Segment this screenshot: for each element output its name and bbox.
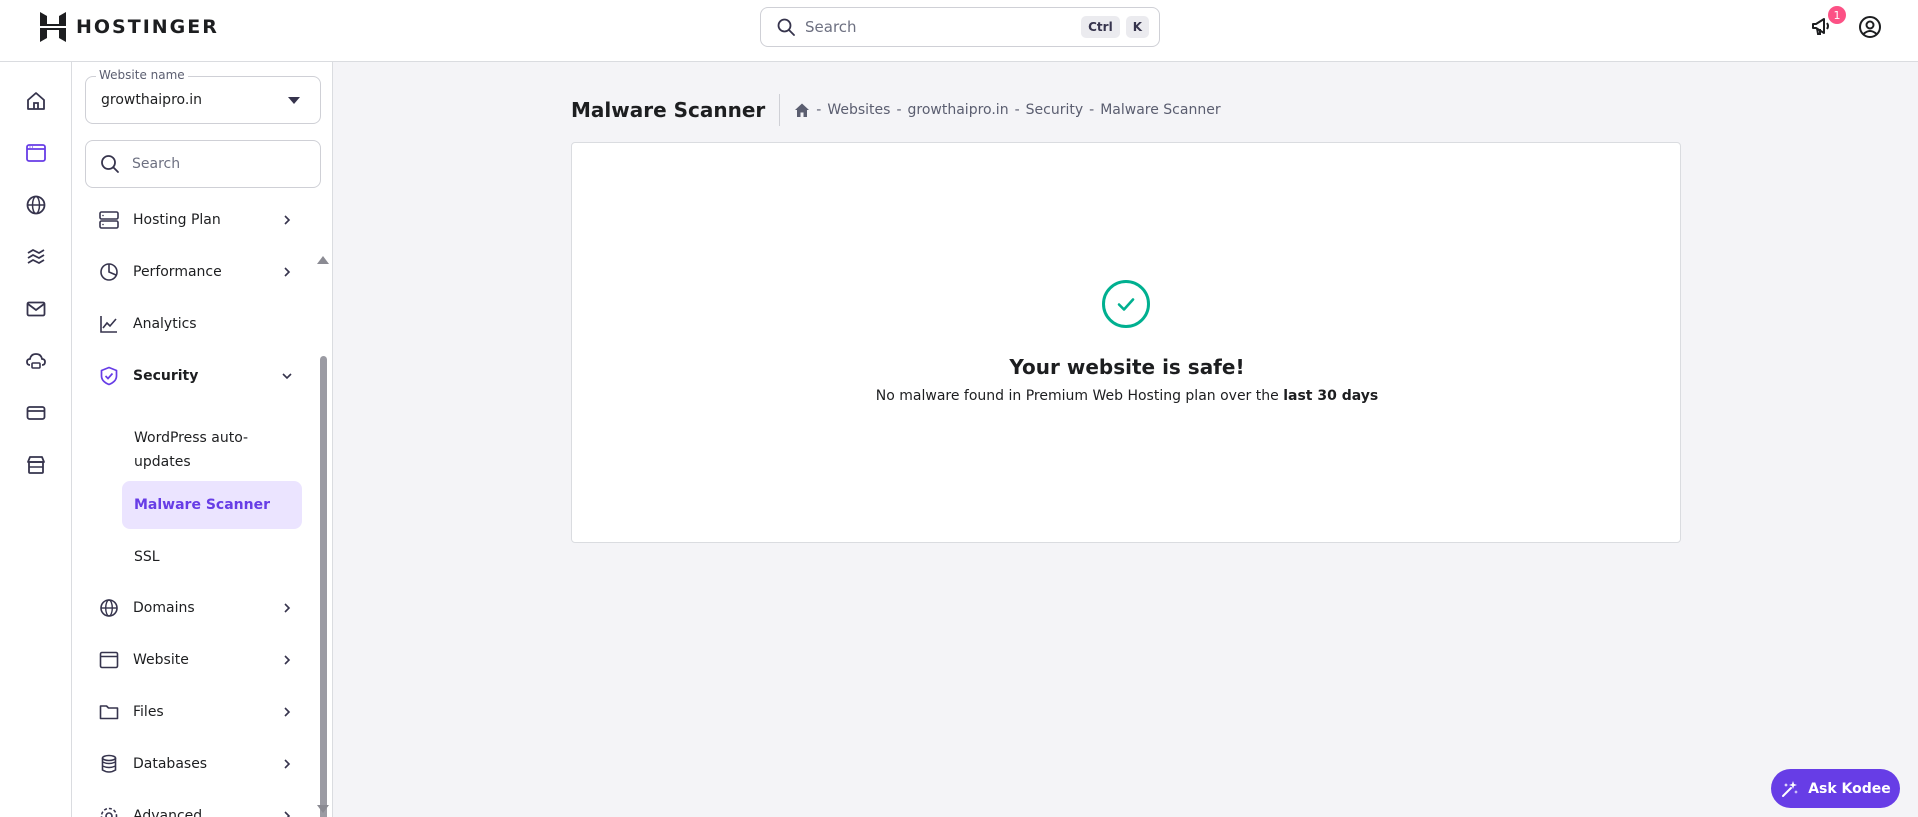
home-icon[interactable]: [794, 102, 810, 118]
chevron-right-icon: [284, 603, 291, 613]
sidebar-subitem-malware-scanner[interactable]: Malware Scanner: [122, 481, 302, 529]
chevron-right-icon: [284, 215, 291, 225]
sidebar-item-performance[interactable]: Performance: [72, 250, 312, 294]
hostinger-logo[interactable]: HOSTINGER: [40, 12, 219, 42]
shortcut-key-k: K: [1125, 16, 1149, 38]
status-description: No malware found in Premium Web Hosting …: [572, 388, 1682, 404]
caret-down-icon: [288, 97, 300, 104]
search-placeholder: Search: [805, 18, 857, 36]
scrollbar-thumb[interactable]: [320, 356, 327, 817]
notification-badge: 1: [1828, 6, 1846, 24]
shortcut-key-ctrl: Ctrl: [1081, 16, 1120, 38]
sidebar-item-label: Analytics: [133, 316, 197, 332]
sidebar-item-advanced[interactable]: Advanced: [72, 794, 312, 817]
chevron-right-icon: [284, 811, 291, 817]
mail-icon[interactable]: [24, 297, 48, 321]
notifications-button[interactable]: 1: [1810, 6, 1846, 40]
sidebar-item-databases[interactable]: Databases: [72, 742, 312, 786]
breadcrumb-separator: -: [1089, 102, 1095, 118]
scroll-up-arrow-icon[interactable]: [317, 256, 329, 264]
breadcrumb-website-domain[interactable]: growthaipro.in: [908, 102, 1009, 118]
server-icon: [98, 209, 120, 231]
check-circle-icon: [1102, 280, 1150, 328]
scan-status-card: Your website is safe! No malware found i…: [571, 142, 1681, 543]
trend-chart-icon: [98, 313, 120, 335]
sidebar-item-domains[interactable]: Domains: [72, 586, 312, 630]
chevron-right-icon: [284, 707, 291, 717]
global-search-input[interactable]: Search Ctrl K: [760, 7, 1160, 47]
billing-card-icon[interactable]: [24, 401, 48, 425]
icon-rail: [0, 62, 72, 817]
search-icon: [777, 18, 795, 36]
search-icon: [101, 155, 119, 173]
breadcrumb-separator: -: [816, 102, 822, 118]
browser-window-icon: [98, 649, 120, 671]
sidebar-subitem-ssl[interactable]: SSL: [122, 533, 302, 581]
website-name-select[interactable]: Website name growthaipro.in: [85, 68, 321, 124]
website-name-value: growthaipro.in: [101, 92, 203, 108]
status-description-text: No malware found in Premium Web Hosting …: [875, 388, 1284, 404]
scroll-down-arrow-icon[interactable]: [317, 805, 329, 813]
sidebar-item-label: Website: [133, 652, 189, 668]
sidebar-item-hosting-plan[interactable]: Hosting Plan: [72, 198, 312, 242]
page-title: Malware Scanner: [571, 98, 766, 122]
globe-icon[interactable]: [24, 193, 48, 217]
top-bar: HOSTINGER Search Ctrl K 1: [0, 0, 1918, 62]
chevron-right-icon: [284, 759, 291, 769]
database-icon: [98, 753, 120, 775]
store-icon[interactable]: [24, 453, 48, 477]
sidebar-search-placeholder: Search: [132, 156, 181, 172]
status-description-period: last 30 days: [1283, 388, 1379, 404]
pie-chart-icon: [98, 261, 120, 283]
sidebar-item-label: Domains: [133, 600, 195, 616]
sidebar-item-label: Databases: [133, 756, 208, 772]
website-icon[interactable]: [24, 141, 48, 165]
sidebar-item-website[interactable]: Website: [72, 638, 312, 682]
breadcrumb-security[interactable]: Security: [1026, 102, 1084, 118]
shield-check-icon: [98, 365, 120, 387]
sparkle-icon: [1782, 780, 1799, 797]
sidebar-scrollbar[interactable]: [317, 190, 329, 817]
chevron-right-icon: [284, 655, 291, 665]
header-divider: [779, 94, 781, 126]
chevron-right-icon: [284, 267, 291, 277]
page-header: Malware Scanner - Websites - growthaipro…: [571, 94, 1221, 126]
breadcrumb-separator: -: [1014, 102, 1020, 118]
hostinger-logo-icon: [40, 12, 66, 42]
sidebar-item-label: Files: [133, 704, 164, 720]
layers-icon[interactable]: [24, 245, 48, 269]
cloud-hosting-icon[interactable]: [24, 349, 48, 373]
sidebar-item-label: Performance: [133, 264, 222, 280]
brand-name: HOSTINGER: [76, 16, 219, 38]
status-title: Your website is safe!: [1009, 355, 1245, 379]
breadcrumb-current: Malware Scanner: [1100, 102, 1221, 118]
folder-icon: [98, 701, 120, 723]
sidebar-item-security[interactable]: Security: [72, 354, 312, 398]
sidebar-item-label: Security: [133, 368, 199, 384]
home-icon[interactable]: [24, 89, 48, 113]
account-icon[interactable]: [1858, 15, 1882, 39]
website-sidebar: Website name growthaipro.in Search Hosti…: [72, 62, 333, 817]
sidebar-item-files[interactable]: Files: [72, 690, 312, 734]
sidebar-item-label: Advanced: [133, 808, 203, 817]
ask-kodee-label: Ask Kodee: [1808, 780, 1891, 797]
sidebar-search-input[interactable]: Search: [85, 140, 321, 188]
breadcrumb-websites[interactable]: Websites: [827, 102, 890, 118]
sidebar-item-analytics[interactable]: Analytics: [72, 302, 312, 346]
sidebar-item-label: Hosting Plan: [133, 212, 221, 228]
gear-icon: [98, 805, 120, 817]
globe-icon: [98, 597, 120, 619]
website-name-label: Website name: [96, 68, 188, 82]
ask-kodee-button[interactable]: Ask Kodee: [1771, 769, 1900, 808]
breadcrumb-separator: -: [896, 102, 902, 118]
breadcrumb: - Websites - growthaipro.in - Security -…: [794, 102, 1221, 118]
chevron-down-icon: [282, 373, 292, 380]
sidebar-subitem-wordpress-auto-updates[interactable]: WordPress auto-updates: [122, 418, 302, 482]
